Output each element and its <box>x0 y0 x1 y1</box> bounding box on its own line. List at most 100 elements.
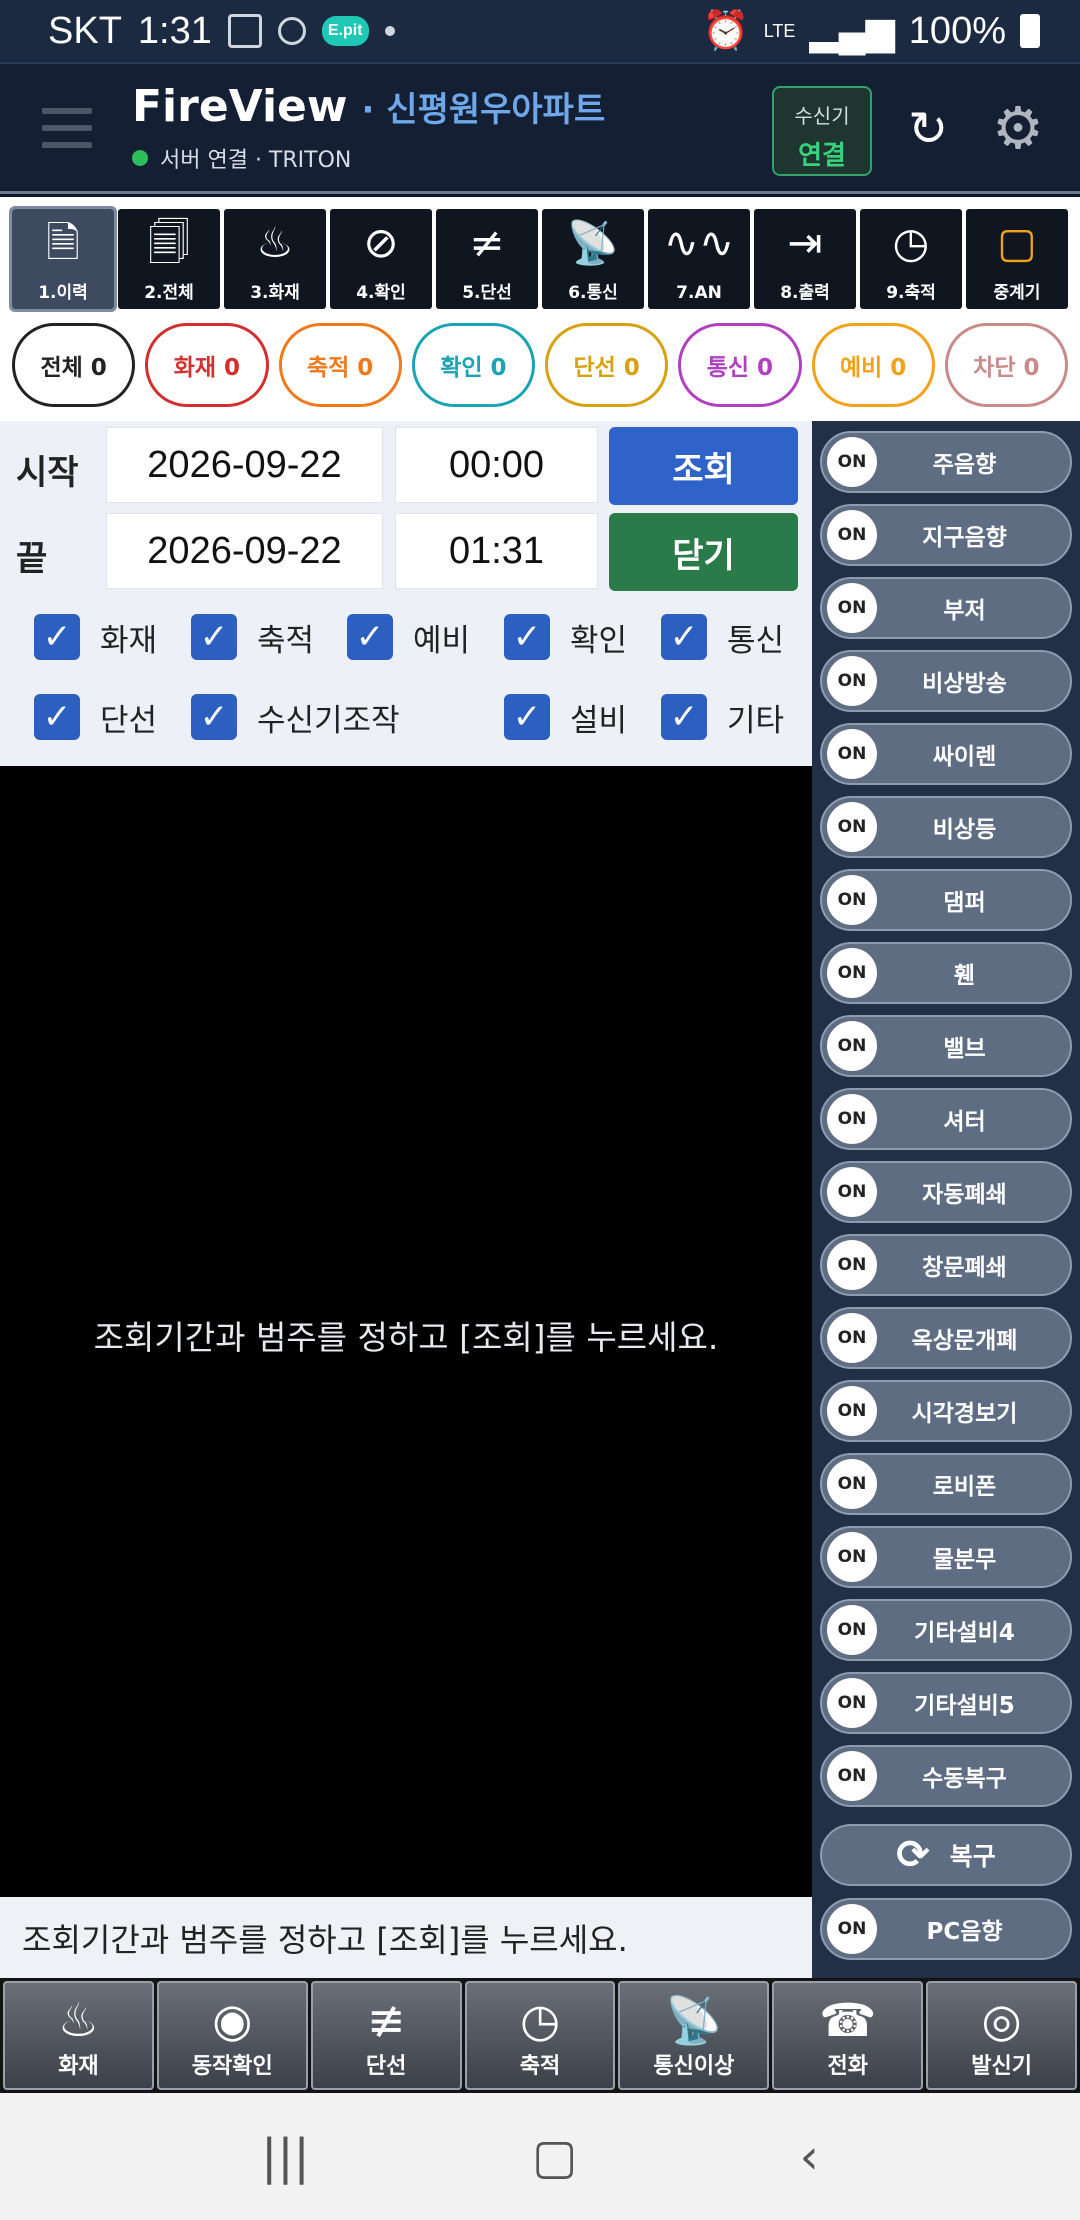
tab-accumulate[interactable]: ◷ 9.축적 <box>860 209 962 309</box>
end-date-field[interactable]: 2026-09-22 <box>106 513 383 589</box>
start-date-field[interactable]: 2026-09-22 <box>106 427 383 503</box>
battery-icon <box>1020 14 1040 48</box>
tab-an[interactable]: ∿∿ 7.AN <box>648 209 750 309</box>
checkbox-spare[interactable]: ✓ 예비 <box>347 614 470 660</box>
refresh-icon[interactable]: ↻ <box>903 104 953 154</box>
bottom-action-bar: ♨ 화재 ◉ 동작확인 ≢ 단선 ◷ 축적 📡 통신이상 ☎ 전화 ◎ 발신기 <box>0 1978 1080 2093</box>
toggle-pc-sound[interactable]: ON PC음향 <box>820 1898 1072 1960</box>
tab-relay[interactable]: ▢ 중계기 <box>966 209 1068 309</box>
toggle-visual-alarm[interactable]: ON 시각경보기 <box>820 1380 1072 1442</box>
chip-disconnect[interactable]: 단선 0 <box>545 323 669 407</box>
back-icon[interactable]: ‹ <box>800 2129 819 2185</box>
alarm-icon: ⏰ <box>702 10 750 52</box>
close-button[interactable]: 닫기 <box>609 513 798 591</box>
chip-fire[interactable]: 화재 0 <box>145 323 269 407</box>
receiver-connection-button[interactable]: 수신기 연결 <box>772 86 872 176</box>
home-icon[interactable]: ▢ <box>532 2129 577 2185</box>
action-fire[interactable]: ♨ 화재 <box>3 1981 154 2090</box>
toggle-damper[interactable]: ON 댐퍼 <box>820 869 1072 931</box>
battery-level: 100% <box>908 9 1006 52</box>
action-transmitter[interactable]: ◎ 발신기 <box>926 1981 1078 2090</box>
checkmark-icon: ✓ <box>191 694 237 740</box>
start-time-field[interactable]: 00:00 <box>395 427 598 503</box>
checkbox-accumulate[interactable]: ✓ 축적 <box>191 614 314 660</box>
tab-fire[interactable]: ♨ 3.화재 <box>224 209 326 309</box>
toggle-other-equipment-5[interactable]: ON 기타설비5 <box>820 1672 1072 1734</box>
checkmark-icon: ✓ <box>34 694 80 740</box>
receiver-label: 수신기 <box>794 104 850 128</box>
query-button[interactable]: 조회 <box>609 427 798 505</box>
recent-apps-icon[interactable]: ||| <box>261 2129 310 2185</box>
tab-history[interactable]: 🗎 1.이력 <box>9 206 117 312</box>
toggle-emergency-light[interactable]: ON 비상등 <box>820 796 1072 858</box>
toggle-other-equipment-4[interactable]: ON 기타설비4 <box>820 1599 1072 1661</box>
menu-icon[interactable] <box>42 107 92 148</box>
toggle-window-close[interactable]: ON 창문폐쇄 <box>820 1234 1072 1296</box>
start-label: 시작 <box>16 453 79 493</box>
satellite-dish-icon: 📡 <box>665 1993 723 2047</box>
eye-icon: ◉ <box>212 1993 253 2047</box>
checkbox-comm[interactable]: ✓ 통신 <box>661 614 784 660</box>
info-icon <box>277 17 306 45</box>
action-disconnect[interactable]: ≢ 단선 <box>310 1981 462 2090</box>
checkbox-disconnect[interactable]: ✓ 단선 <box>34 694 157 740</box>
chip-accumulate[interactable]: 축적 0 <box>278 323 402 407</box>
clock-icon: ◷ <box>519 1993 561 2047</box>
clock-icon: ◷ <box>892 218 930 267</box>
checkmark-icon: ✓ <box>347 614 393 660</box>
chip-comm[interactable]: 통신 0 <box>678 323 802 407</box>
epit-notification-icon: E.pit <box>321 16 369 46</box>
documents-icon: 🗐 <box>148 218 190 267</box>
toggle-rooftop-door[interactable]: ON 옥상문개폐 <box>820 1307 1072 1369</box>
toggle-manual-restore[interactable]: ON 수동복구 <box>820 1745 1072 1807</box>
connection-status-icon <box>132 150 148 166</box>
toggle-lobby-phone[interactable]: ON 로비폰 <box>820 1453 1072 1515</box>
toggle-valve[interactable]: ON 밸브 <box>820 1015 1072 1077</box>
category-toolbar: 🗎 1.이력 🗐 2.전체 ♨ 3.화재 ⊘ 4.확인 ≠ 5.단선 📡 6.통신 ∿∿ 7.… <box>0 197 1080 319</box>
checkbox-equipment[interactable]: ✓ 설비 <box>504 694 627 740</box>
sync-icon: ⟳ <box>896 1832 930 1878</box>
telephone-icon: ☎ <box>819 1993 877 2047</box>
restore-button[interactable]: ⟳ 복구 <box>820 1824 1072 1886</box>
checkmark-icon: ✓ <box>34 614 80 660</box>
app-title: FireView <box>132 81 348 132</box>
toggle-main-sound[interactable]: ON 주음향 <box>820 431 1072 493</box>
checkbox-fire[interactable]: ✓ 화재 <box>34 614 157 660</box>
toggle-zone-sound[interactable]: ON 지구음향 <box>820 504 1072 566</box>
chip-spare[interactable]: 예비 0 <box>811 323 935 407</box>
broken-line-icon: ≠ <box>469 218 505 267</box>
tab-all[interactable]: 🗐 2.전체 <box>118 209 220 309</box>
action-operation-check[interactable]: ◉ 동작확인 <box>156 1981 308 2090</box>
toggle-auto-close[interactable]: ON 자동폐쇄 <box>820 1161 1072 1223</box>
broken-line-icon: ≢ <box>366 1993 406 2047</box>
toggle-water-spray[interactable]: ON 물분무 <box>820 1526 1072 1588</box>
gear-icon[interactable]: ⚙ <box>990 99 1046 157</box>
tab-output[interactable]: ⇥ 8.출력 <box>754 209 856 309</box>
chip-all[interactable]: 전체 0 <box>12 323 136 407</box>
toggle-shutter[interactable]: ON 셔터 <box>820 1088 1072 1150</box>
exit-icon: ⇥ <box>787 218 823 267</box>
checkmark-icon: ✓ <box>504 614 550 660</box>
filter-chips: 전체 0 화재 0 축적 0 확인 0 단선 0 통신 0 예비 0 차단 0 <box>0 319 1080 421</box>
checkbox-other[interactable]: ✓ 기타 <box>661 694 784 740</box>
tab-check[interactable]: ⊘ 4.확인 <box>330 209 432 309</box>
end-time-field[interactable]: 01:31 <box>395 513 598 589</box>
tab-comm[interactable]: 📡 6.통신 <box>542 209 644 309</box>
toggle-buzzer[interactable]: ON 부저 <box>820 577 1072 639</box>
checkmark-icon: ✓ <box>661 694 707 740</box>
action-accumulate[interactable]: ◷ 축적 <box>464 1981 616 2090</box>
tab-disconnect[interactable]: ≠ 5.단선 <box>436 209 538 309</box>
status-message: 조회기간과 범주를 정하고 [조회]를 누르세요. <box>0 1897 812 1978</box>
action-comm-error[interactable]: 📡 통신이상 <box>618 1981 770 2090</box>
toggle-siren[interactable]: ON 싸이렌 <box>820 723 1072 785</box>
checkbox-check[interactable]: ✓ 확인 <box>504 614 627 660</box>
action-phone[interactable]: ☎ 전화 <box>772 1981 924 2090</box>
toggle-fan[interactable]: ON 휀 <box>820 942 1072 1004</box>
document-icon: 🗎 <box>46 218 80 267</box>
app-header: FireView · 신평원우아파트 서버 연결 · TRITON 수신기 연결… <box>0 62 1080 194</box>
checkbox-receiver-operation[interactable]: ✓ 수신기조작 <box>191 694 400 740</box>
chip-block[interactable]: 차단 0 <box>944 323 1068 407</box>
chip-check[interactable]: 확인 0 <box>411 323 535 407</box>
toggle-emergency-broadcast[interactable]: ON 비상방송 <box>820 650 1072 712</box>
receiver-status: 연결 <box>798 141 846 171</box>
